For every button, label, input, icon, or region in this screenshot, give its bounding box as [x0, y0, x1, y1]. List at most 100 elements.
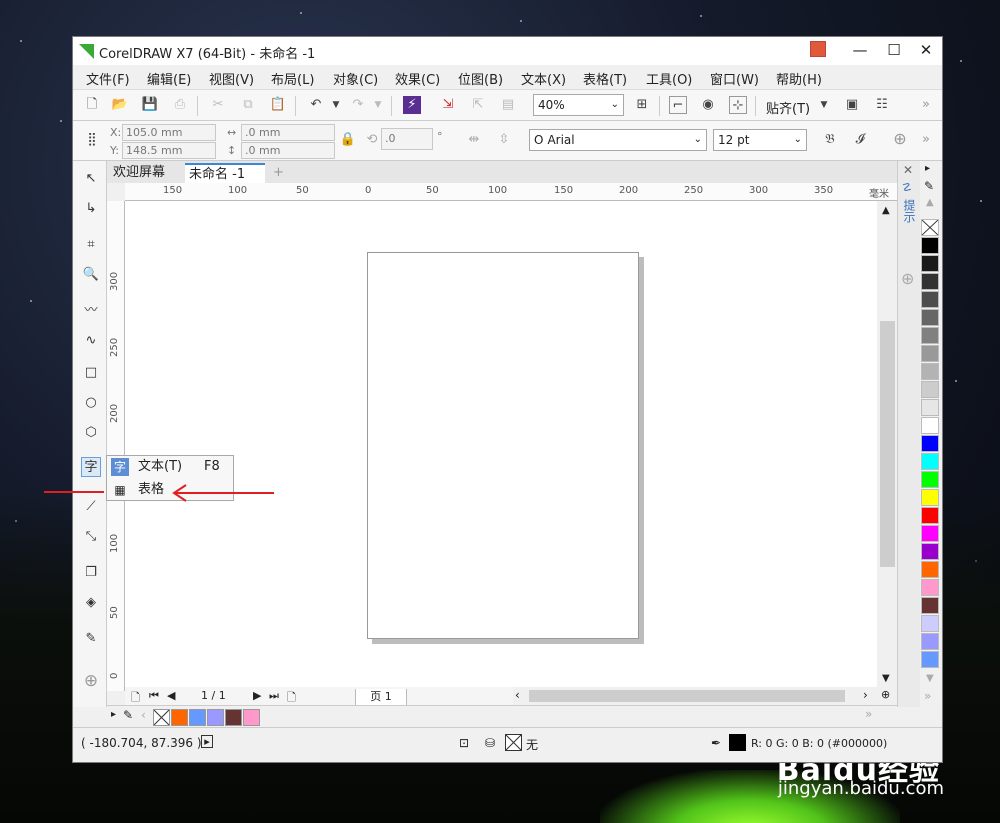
show-rulers-icon[interactable]: ⌐: [669, 96, 687, 114]
eyedropper-tool-icon[interactable]: ✎: [81, 629, 101, 649]
paste-icon[interactable]: 📋: [269, 96, 287, 114]
height-field[interactable]: .0 mm: [241, 142, 335, 159]
eyedropper-icon[interactable]: ✎: [123, 708, 133, 722]
chevron-right-icon[interactable]: ›: [863, 688, 868, 702]
palette-color-swatch[interactable]: [921, 237, 939, 254]
toolbar-overflow-button[interactable]: »: [917, 96, 935, 114]
zoom-level-combo[interactable]: 40% ⌄: [533, 94, 624, 116]
mirror-vertical-icon[interactable]: ⇳: [495, 131, 513, 149]
copy-icon[interactable]: ⧉: [239, 96, 257, 114]
color-swatch[interactable]: [171, 709, 188, 726]
menu-object[interactable]: 对象(C): [333, 69, 378, 88]
palette-color-swatch[interactable]: [921, 291, 939, 308]
chevron-up-icon[interactable]: ▲: [882, 205, 890, 216]
search-content-icon[interactable]: ⚡: [403, 96, 421, 114]
minimize-button[interactable]: —: [845, 39, 875, 61]
horizontal-scroll-thumb[interactable]: [529, 690, 845, 702]
menu-layout[interactable]: 布局(L): [271, 69, 314, 88]
palette-color-swatch[interactable]: [921, 651, 939, 668]
no-color-swatch[interactable]: [921, 219, 939, 236]
font-size-combo[interactable]: 12 pt ⌄: [713, 129, 807, 151]
menu-edit[interactable]: 编辑(E): [147, 69, 191, 88]
vertical-scroll-thumb[interactable]: [880, 321, 895, 567]
palette-menu-icon[interactable]: ▸: [111, 709, 116, 720]
undo-icon[interactable]: ↶: [307, 96, 325, 114]
redo-icon[interactable]: ↷: [349, 96, 367, 114]
full-screen-preview-icon[interactable]: ⊞: [633, 96, 651, 114]
menu-file[interactable]: 文件(F): [86, 69, 130, 88]
palette-color-swatch[interactable]: [921, 273, 939, 290]
bold-icon[interactable]: 𝔅: [821, 131, 839, 149]
palette-color-swatch[interactable]: [921, 597, 939, 614]
chevron-left-icon[interactable]: ‹: [141, 708, 146, 722]
snap-dropdown-icon[interactable]: ▼: [815, 96, 833, 114]
tab-hints[interactable]: 提示: [902, 199, 918, 223]
eyedropper-icon[interactable]: ✎: [924, 179, 934, 193]
show-guidelines-icon[interactable]: ◉: [699, 96, 717, 114]
add-property-icon[interactable]: ⊕: [891, 130, 909, 148]
previous-page-icon[interactable]: ◀: [167, 689, 175, 702]
x-position-field[interactable]: 105.0 mm: [122, 124, 216, 141]
palette-color-swatch[interactable]: [921, 453, 939, 470]
horizontal-scrollbar[interactable]: ‹ › ⊕: [513, 687, 897, 705]
connector-tool-icon[interactable]: ⤡: [81, 527, 101, 547]
open-folder-icon[interactable]: 📂: [111, 96, 129, 114]
import-icon[interactable]: ⇲: [439, 96, 457, 114]
fill-info-icon[interactable]: ⊡: [459, 736, 469, 750]
transparency-tool-icon[interactable]: ◈: [81, 593, 101, 613]
undo-dropdown-icon[interactable]: ▼: [327, 96, 345, 114]
pick-tool-icon[interactable]: ↖: [81, 169, 101, 189]
next-page-icon[interactable]: ▶: [253, 689, 261, 702]
ellipse-tool-icon[interactable]: ○: [81, 393, 101, 413]
palette-color-swatch[interactable]: [921, 345, 939, 362]
close-icon[interactable]: ✕: [903, 163, 913, 177]
new-tab-button[interactable]: +: [269, 163, 288, 183]
palette-color-swatch[interactable]: [921, 363, 939, 380]
chevron-down-icon[interactable]: ▼: [926, 673, 934, 684]
palette-color-swatch[interactable]: [921, 525, 939, 542]
user-account-icon[interactable]: [810, 41, 826, 57]
palette-color-swatch[interactable]: [921, 543, 939, 560]
menu-window[interactable]: 窗口(W): [710, 69, 759, 88]
rectangle-tool-icon[interactable]: □: [81, 363, 101, 383]
palette-color-swatch[interactable]: [921, 417, 939, 434]
crop-tool-icon[interactable]: ⌗: [81, 235, 101, 255]
menu-help[interactable]: 帮助(H): [776, 69, 822, 88]
palette-color-swatch[interactable]: [921, 633, 939, 650]
palette-menu-icon[interactable]: ▸: [925, 163, 930, 174]
drop-shadow-tool-icon[interactable]: ❐: [81, 563, 101, 583]
shape-tool-icon[interactable]: ↳: [81, 199, 101, 219]
document-page[interactable]: [367, 252, 639, 639]
menu-table[interactable]: 表格(T): [583, 69, 627, 88]
redo-dropdown-icon[interactable]: ▼: [369, 96, 387, 114]
print-icon[interactable]: ⎙: [171, 96, 189, 114]
add-tool-icon[interactable]: ⊕: [81, 671, 101, 691]
palette-color-swatch[interactable]: [921, 399, 939, 416]
application-launcher-icon[interactable]: ▣: [843, 96, 861, 114]
text-tool-icon[interactable]: 字: [81, 457, 101, 477]
mirror-horizontal-icon[interactable]: ⇹: [465, 131, 483, 149]
palette-color-swatch[interactable]: [921, 309, 939, 326]
tab-welcome-screen[interactable]: 欢迎屏幕: [109, 163, 169, 183]
last-page-icon[interactable]: ⏭: [269, 689, 279, 703]
object-origin-icon[interactable]: ⣿: [83, 131, 101, 149]
cut-icon[interactable]: ✂: [209, 96, 227, 114]
artistic-media-icon[interactable]: ∿: [81, 331, 101, 351]
add-docker-icon[interactable]: ⊕: [901, 269, 914, 288]
menu-view[interactable]: 视图(V): [209, 69, 254, 88]
chevron-up-icon[interactable]: ▲: [926, 197, 934, 208]
export-icon[interactable]: ⇱: [469, 96, 487, 114]
fill-none-swatch[interactable]: [505, 734, 522, 751]
flyout-item-table[interactable]: ▦ 表格: [107, 479, 233, 501]
palette-color-swatch[interactable]: [921, 327, 939, 344]
palette-color-swatch[interactable]: [921, 435, 939, 452]
palette-color-swatch[interactable]: [921, 381, 939, 398]
color-swatch[interactable]: [189, 709, 206, 726]
tab-document[interactable]: 未命名 -1: [185, 163, 265, 183]
palette-overflow-button[interactable]: »: [865, 707, 872, 721]
color-swatch[interactable]: [225, 709, 242, 726]
zoom-navigator-icon[interactable]: ⊕: [881, 688, 890, 701]
palette-color-swatch[interactable]: [921, 615, 939, 632]
publish-pdf-icon[interactable]: ▤: [499, 96, 517, 114]
italic-icon[interactable]: 𝓘: [851, 131, 869, 149]
